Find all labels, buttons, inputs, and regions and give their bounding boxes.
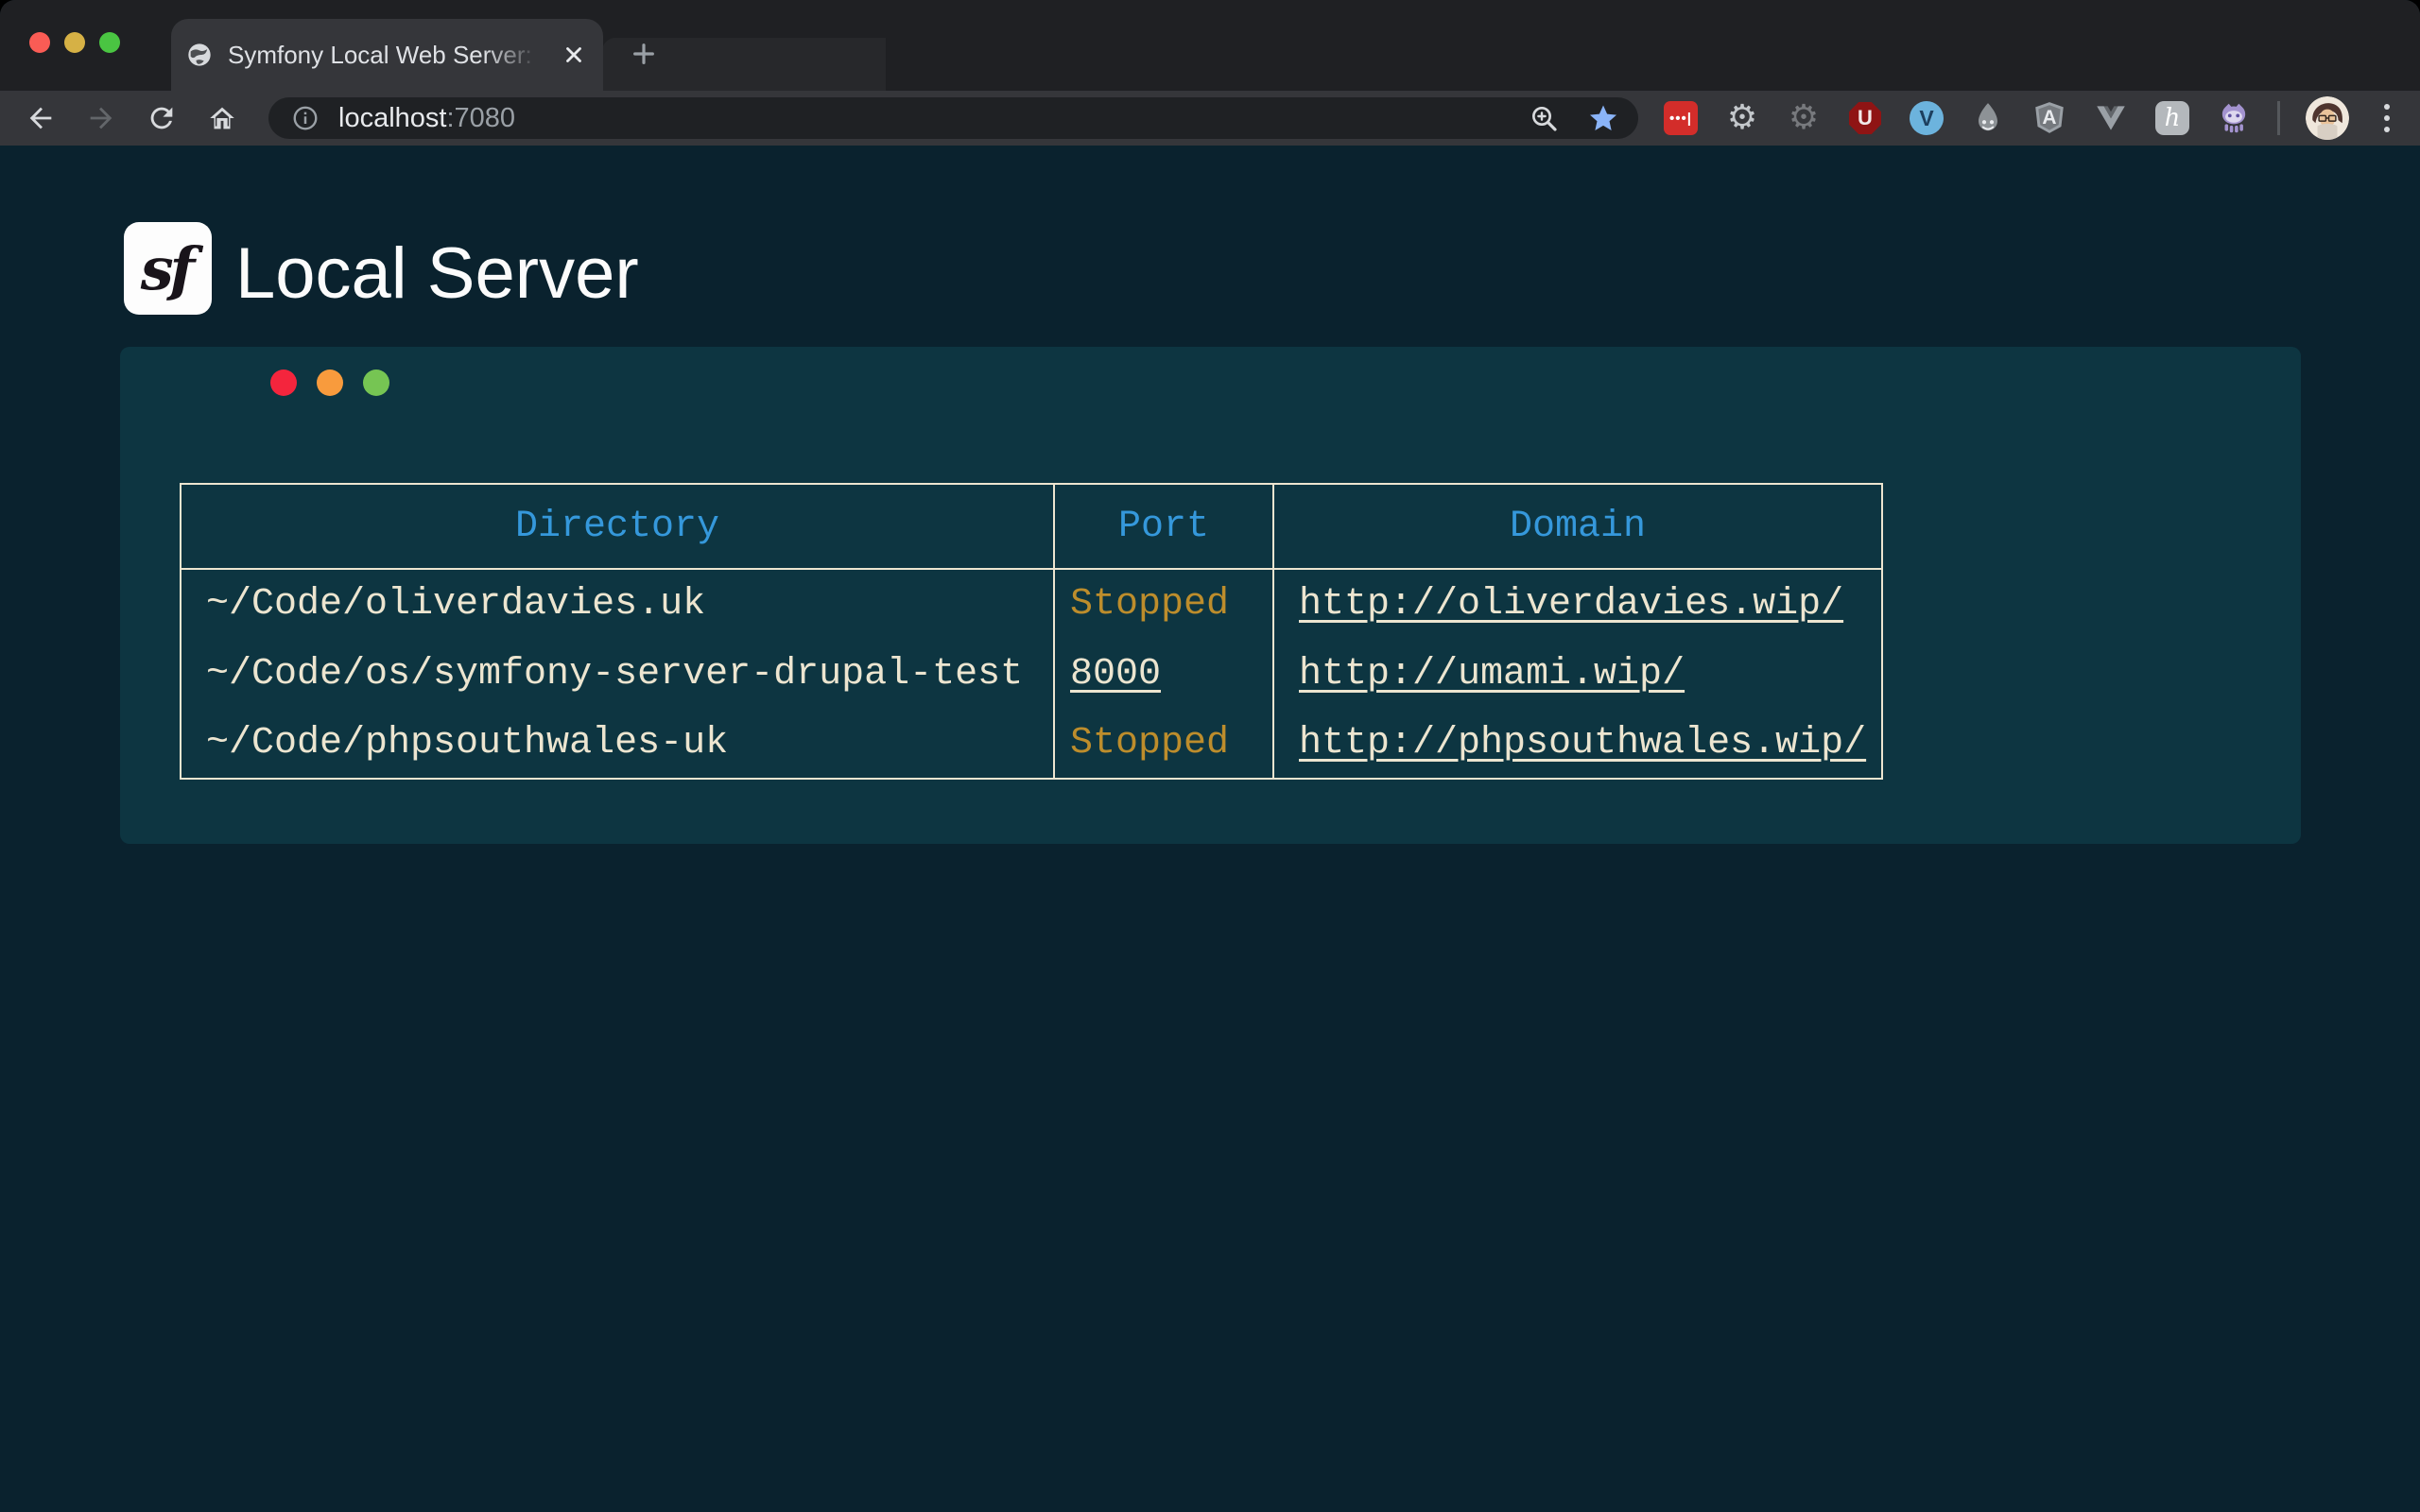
browser-toolbar: localhost:7080 •••| ⚙ ⚙ U (0, 91, 2420, 146)
card-dot-green (363, 369, 389, 396)
tab-close-icon[interactable] (562, 43, 586, 67)
table-row: ~/Code/phpsouthwales-uk Stopped http://p… (181, 709, 1882, 779)
card-dot-orange (317, 369, 343, 396)
plus-icon (629, 39, 659, 69)
vimium-letter: V (1919, 106, 1933, 131)
port-cell: Stopped (1054, 709, 1273, 779)
domain-link[interactable]: http://umami.wip/ (1299, 653, 1685, 696)
column-header-directory: Directory (181, 484, 1054, 569)
profile-avatar[interactable] (2306, 96, 2349, 140)
vimium-extension-icon[interactable]: V (1909, 100, 1945, 136)
gear-glyph: ⚙ (1727, 101, 1757, 135)
domain-cell: http://oliverdavies.wip/ (1273, 569, 1882, 639)
directory-cell: ~/Code/os/symfony-server-drupal-test (181, 639, 1054, 709)
angular-extension-icon[interactable]: A (2031, 100, 2067, 136)
gear-dim-extension-icon[interactable]: ⚙ (1786, 100, 1822, 136)
port-status: Stopped (1070, 722, 1229, 765)
domain-cell: http://phpsouthwales.wip/ (1273, 709, 1882, 779)
domain-link[interactable]: http://phpsouthwales.wip/ (1299, 722, 1866, 765)
home-button-icon[interactable] (206, 102, 238, 134)
h-letter: h (2165, 104, 2181, 132)
url-port: :7080 (446, 103, 515, 133)
ublock-extension-icon[interactable]: U (1847, 100, 1883, 136)
site-info-icon[interactable] (291, 104, 320, 132)
domain-link[interactable]: http://oliverdavies.wip/ (1299, 583, 1843, 626)
ublock-letter: U (1858, 106, 1873, 130)
angular-letter: A (2031, 100, 2067, 136)
symfony-logo-glyph: sf (141, 234, 196, 303)
card-window-dots (270, 369, 389, 396)
globe-favicon-icon (186, 42, 213, 68)
port-cell: 8000 (1054, 639, 1273, 709)
menu-dot (2384, 104, 2390, 110)
url-host: localhost (338, 103, 446, 133)
window-zoom-button[interactable] (99, 32, 120, 53)
lastpass-extension-icon[interactable]: •••| (1663, 100, 1699, 136)
avatar-image (2306, 96, 2349, 140)
octocat-icon (2216, 100, 2252, 136)
column-header-domain: Domain (1273, 484, 1882, 569)
window-minimize-button[interactable] (64, 32, 85, 53)
page-title: Local Server (235, 232, 639, 315)
h-extension-icon[interactable]: h (2154, 100, 2190, 136)
directory-cell: ~/Code/oliverdavies.uk (181, 569, 1054, 639)
url-bar[interactable]: localhost:7080 (268, 97, 1638, 139)
menu-dot (2384, 127, 2390, 132)
table-row: ~/Code/oliverdavies.uk Stopped http://ol… (181, 569, 1882, 639)
toolbar-divider (2277, 101, 2280, 135)
table-row: ~/Code/os/symfony-server-drupal-test 800… (181, 639, 1882, 709)
lastpass-glyph: •••| (1669, 111, 1692, 127)
bookmark-star-icon[interactable] (1587, 102, 1619, 134)
forward-button-icon[interactable] (85, 102, 117, 134)
browser-tab[interactable]: Symfony Local Web Server: Prox (171, 19, 603, 91)
menu-dot (2384, 115, 2390, 121)
server-card: Directory Port Domain ~/Code/oliverdavie… (120, 347, 2301, 844)
drupal-droplet-icon (1970, 100, 2006, 136)
drupal-extension-icon[interactable] (1970, 100, 2006, 136)
gear-extension-icon[interactable]: ⚙ (1724, 100, 1760, 136)
port-status: Stopped (1070, 583, 1229, 626)
vue-chevron-icon (2093, 100, 2129, 136)
servers-table: Directory Port Domain ~/Code/oliverdavie… (180, 483, 1883, 780)
browser-window: Symfony Local Web Server: Prox (0, 0, 2420, 1512)
zoom-level-icon[interactable] (1529, 103, 1559, 133)
extensions-area: •••| ⚙ ⚙ U V (1663, 96, 2399, 140)
directory-cell: ~/Code/phpsouthwales-uk (181, 709, 1054, 779)
card-dot-red (270, 369, 297, 396)
tab-title: Symfony Local Web Server: Prox (228, 41, 540, 70)
window-close-button[interactable] (29, 32, 50, 53)
symfony-logo: sf (124, 222, 212, 315)
column-header-port: Port (1054, 484, 1273, 569)
port-link[interactable]: 8000 (1070, 653, 1161, 696)
browser-menu-button[interactable] (2375, 100, 2399, 136)
tab-strip: Symfony Local Web Server: Prox (0, 0, 2420, 91)
page-content: sf Local Server Directory Port (0, 146, 2420, 1512)
back-button-icon[interactable] (25, 102, 57, 134)
table-header-row: Directory Port Domain (181, 484, 1882, 569)
gear-dim-glyph: ⚙ (1789, 101, 1819, 135)
vue-extension-icon[interactable] (2093, 100, 2129, 136)
new-tab-button[interactable] (621, 31, 666, 77)
url-text[interactable]: localhost:7080 (338, 103, 515, 134)
port-cell: Stopped (1054, 569, 1273, 639)
octocat-extension-icon[interactable] (2216, 100, 2252, 136)
reload-button-icon[interactable] (146, 102, 178, 134)
domain-cell: http://umami.wip/ (1273, 639, 1882, 709)
